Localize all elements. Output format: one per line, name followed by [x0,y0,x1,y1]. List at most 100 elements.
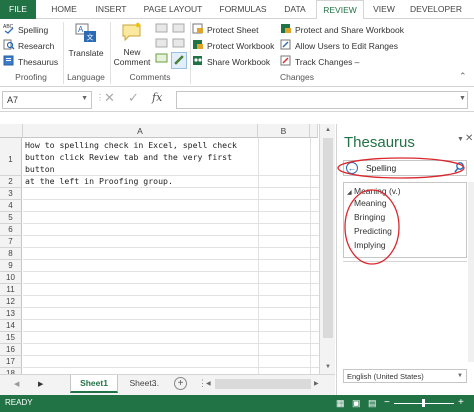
research-button[interactable]: Research [3,39,54,52]
tab-review[interactable]: REVIEW [316,0,364,20]
tab-view[interactable]: VIEW [368,0,400,19]
row-header[interactable]: 11 [0,284,22,296]
next-comment-icon [172,23,186,37]
scroll-left-icon[interactable]: ◀ [206,380,211,387]
row-header[interactable]: 10 [0,272,22,284]
show-comments-icon [155,53,169,67]
normal-view-icon[interactable]: ▦ [336,398,345,409]
new-comment-button[interactable]: New Comment [112,21,152,67]
protect-workbook-label: Protect Workbook [207,40,275,51]
language-dropdown-icon[interactable]: ▼ [457,373,463,379]
worksheet-grid[interactable]: A B 123456789101112131415161718 How to s… [0,124,335,380]
language-group-label: Language [67,72,105,82]
formula-input[interactable] [176,91,468,109]
page-layout-view-icon[interactable]: ▣ [352,398,361,409]
track-changes-button[interactable]: Track Changes – [280,55,359,68]
row-header[interactable]: 5 [0,212,22,224]
next-comment-button[interactable] [172,23,186,37]
collapse-ribbon-icon[interactable]: ⌃ [459,71,467,82]
row-gridline [23,247,319,248]
tab-data[interactable]: DATA [278,0,312,19]
protect-share-icon [280,23,292,36]
enter-icon[interactable]: ✓ [128,90,139,106]
show-hide-comment-button[interactable] [172,38,186,52]
new-comment-label-line1: New [123,47,141,57]
row-header[interactable]: 12 [0,296,22,308]
row-header[interactable]: 14 [0,320,22,332]
column-header-c[interactable] [310,124,318,138]
protect-sheet-button[interactable]: Protect Sheet [192,23,259,36]
track-changes-label: Track Changes – [295,56,360,67]
row-header[interactable]: 1 [0,138,22,176]
row-header[interactable]: 3 [0,188,22,200]
allow-users-edit-ranges-button[interactable]: Allow Users to Edit Ranges [280,39,398,52]
column-header-b[interactable]: B [258,124,310,138]
row-gridline [23,331,319,332]
delete-comment-button[interactable] [155,23,169,37]
zoom-in-icon[interactable]: + [458,397,464,408]
row-header[interactable]: 13 [0,308,22,320]
thesaurus-button[interactable]: Thesaurus [3,55,58,68]
row-header[interactable]: 7 [0,236,22,248]
tab-formulas[interactable]: FORMULAS [214,0,272,19]
horizontal-scrollbar-thumb[interactable] [215,379,311,389]
select-all-corner[interactable] [0,124,23,138]
row-header[interactable]: 9 [0,260,22,272]
svg-text:文: 文 [87,33,94,42]
research-label: Research [18,40,55,51]
vertical-scrollbar[interactable]: ▲ ▼ [319,124,335,374]
previous-comment-button[interactable] [155,38,169,52]
row-header[interactable]: 6 [0,224,22,236]
expand-formula-bar-icon[interactable]: ▼ [459,95,466,102]
status-bar: READY ▦ ▣ ▤ − + [0,395,474,412]
tab-home[interactable]: HOME [44,0,84,19]
tab-insert[interactable]: INSERT [88,0,134,19]
column-header-a[interactable]: A [23,124,258,138]
ribbon: ABC Spelling Research Thesaurus Proofing… [0,19,474,87]
protect-workbook-icon [192,39,204,52]
sheet-tab-more[interactable]: ... [152,378,159,388]
protect-sheet-label: Protect Sheet [207,24,259,35]
row-header[interactable]: 4 [0,200,22,212]
language-value: English (United States) [347,372,424,381]
translate-icon: A文 [74,21,98,47]
add-sheet-icon[interactable]: + [174,377,187,390]
tab-developer[interactable]: DEVELOPER [406,0,466,19]
share-workbook-button[interactable]: Share Workbook [192,55,270,68]
spelling-button[interactable]: ABC Spelling [3,23,48,36]
thesaurus-icon [3,55,15,68]
zoom-slider-thumb[interactable] [422,399,425,407]
row-header[interactable]: 2 [0,176,22,188]
ribbon-tab-bar: FILE HOME INSERT PAGE LAYOUT FORMULAS DA… [0,0,474,20]
protect-workbook-button[interactable]: Protect Workbook [192,39,274,52]
tab-page-layout[interactable]: PAGE LAYOUT [140,0,206,19]
translate-button[interactable]: A文 Translate [66,21,106,58]
language-dropdown[interactable]: English (United States) ▼ [343,369,467,383]
row-header[interactable]: 8 [0,248,22,260]
zoom-out-icon[interactable]: − [384,397,390,408]
cancel-icon[interactable]: ✕ [104,90,115,106]
name-box[interactable]: A7 ▼ [2,91,92,109]
row-header[interactable]: 16 [0,344,22,356]
scroll-right-icon[interactable]: ▶ [314,380,319,387]
row-header[interactable]: 17 [0,356,22,368]
sheet-nav-prev-icon[interactable]: ◀ [14,380,19,388]
name-box-dropdown-icon[interactable]: ▼ [81,95,88,102]
allow-users-label: Allow Users to Edit Ranges [295,40,398,51]
insert-function-button[interactable]: fx [152,91,162,104]
row-gridline [23,307,319,308]
sheet-nav-next-icon[interactable]: ▶ [38,380,43,388]
cell-a1[interactable]: How to spelling check in Excel, spell ch… [23,138,257,186]
pen-icon [173,54,185,67]
row-header[interactable]: 15 [0,332,22,344]
scrollbar-thumb[interactable] [323,138,333,338]
protect-share-workbook-button[interactable]: Protect and Share Workbook [280,23,404,36]
sheet-tab-active[interactable]: Sheet1 [70,375,118,393]
show-comments-button[interactable] [155,53,169,67]
scroll-down-icon[interactable]: ▼ [325,364,331,370]
show-ink-button[interactable] [171,52,187,69]
page-break-view-icon[interactable]: ▤ [368,398,377,409]
row-gridline [23,355,319,356]
scroll-up-icon[interactable]: ▲ [325,127,331,133]
tab-file[interactable]: FILE [0,0,36,19]
